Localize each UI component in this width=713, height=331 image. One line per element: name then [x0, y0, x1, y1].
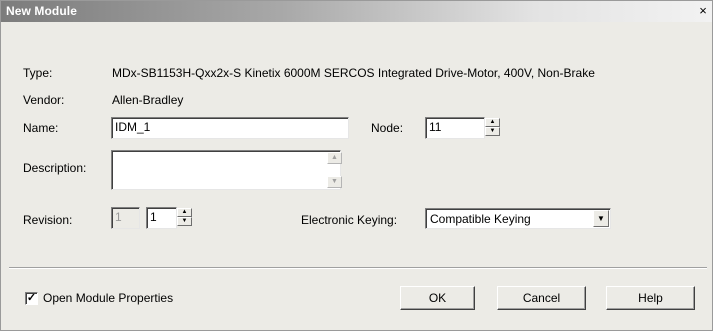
spin-up-icon[interactable]: ▲ — [177, 208, 192, 217]
description-input[interactable] — [111, 150, 341, 190]
close-icon[interactable]: × — [696, 4, 710, 18]
title-bar[interactable]: New Module × — [1, 1, 712, 22]
spin-down-icon[interactable]: ▼ — [485, 127, 500, 136]
cancel-button[interactable]: Cancel — [497, 286, 586, 310]
keying-label: Electronic Keying: — [301, 213, 398, 227]
dialog-title: New Module — [6, 4, 78, 18]
keying-value: Compatible Keying — [430, 212, 531, 226]
type-value: MDx-SB1153H-Qxx2x-S Kinetix 6000M SERCOS… — [112, 66, 595, 80]
node-input[interactable]: 11 — [425, 117, 485, 139]
keying-select[interactable]: Compatible Keying ▼ — [425, 208, 611, 229]
vendor-label: Vendor: — [23, 93, 65, 107]
description-scrollbar[interactable]: ▲ ▼ — [327, 152, 342, 188]
type-label: Type: — [23, 66, 53, 80]
help-button[interactable]: Help — [606, 286, 695, 310]
scroll-up-icon[interactable]: ▲ — [327, 152, 342, 164]
name-input[interactable]: IDM_1 — [111, 117, 349, 139]
node-spinner[interactable]: ▲ ▼ — [485, 118, 500, 136]
description-label: Description: — [23, 161, 87, 175]
vendor-value: Allen-Bradley — [112, 93, 184, 107]
revision-minor-input[interactable]: 1 — [146, 207, 177, 229]
ok-button[interactable]: OK — [400, 286, 475, 310]
revision-major-input: 1 — [111, 207, 140, 229]
node-label: Node: — [371, 121, 404, 135]
name-label: Name: — [23, 121, 59, 135]
revision-spinner[interactable]: ▲ ▼ — [177, 208, 192, 226]
spin-up-icon[interactable]: ▲ — [485, 118, 500, 127]
separator — [9, 267, 707, 269]
new-module-dialog: New Module × Type: MDx-SB1153H-Qxx2x-S K… — [0, 0, 713, 331]
scroll-down-icon[interactable]: ▼ — [327, 176, 342, 188]
chevron-down-icon[interactable]: ▼ — [593, 210, 609, 227]
open-properties-checkbox[interactable]: ✓ — [25, 292, 38, 305]
revision-label: Revision: — [23, 213, 73, 227]
open-properties-label[interactable]: Open Module Properties — [43, 291, 173, 305]
spin-down-icon[interactable]: ▼ — [177, 217, 192, 226]
